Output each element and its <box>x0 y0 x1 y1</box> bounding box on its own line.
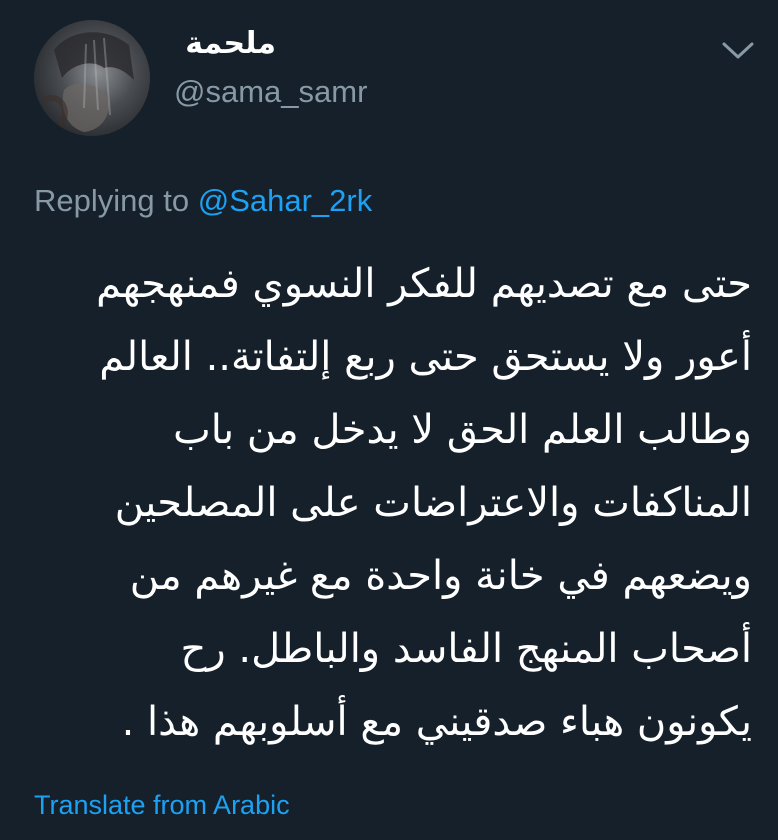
avatar[interactable] <box>34 20 150 136</box>
tweet-text-line: ويضعهم في خانة واحدة مع غيرهم من <box>129 553 752 599</box>
replying-to-label: Replying to <box>34 183 198 218</box>
reply-target-link[interactable]: @Sahar_2rk <box>198 183 373 218</box>
chevron-down-icon[interactable] <box>718 34 758 66</box>
replying-to: Replying to @Sahar_2rk <box>34 183 372 219</box>
translate-link[interactable]: Translate from Arabic <box>34 790 290 821</box>
tweet-text: حتى مع تصديهم للفكر النسوي فمنهجهم أعور … <box>20 248 752 759</box>
user-handle[interactable]: @sama_samr <box>174 74 367 110</box>
display-name[interactable]: ملحمة <box>185 26 276 62</box>
tweet-text-line: أعور ولا يستحق حتى ربع إلتفاتة.. العالم <box>99 334 752 380</box>
tweet-text-line: حتى مع تصديهم للفكر النسوي فمنهجهم <box>96 261 752 307</box>
tweet-text-line: يكونون هباء صدقيني مع أسلوبهم هذا . <box>121 699 752 745</box>
avatar-image <box>34 20 150 136</box>
tweet: ملحمة @sama_samr Replying to @Sahar_2rk … <box>0 0 778 840</box>
tweet-text-line: أصحاب المنهج الفاسد والباطل. رح <box>180 626 752 672</box>
tweet-text-line: المناكفات والاعتراضات على المصلحين <box>114 480 752 526</box>
tweet-text-line: وطالب العلم الحق لا يدخل من باب <box>173 407 752 453</box>
